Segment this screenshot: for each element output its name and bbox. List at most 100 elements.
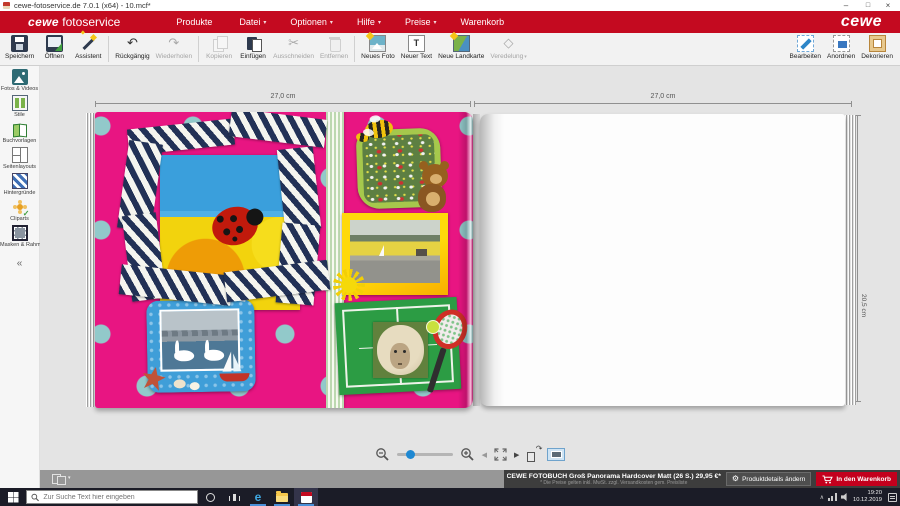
- sidebar-item-label: Fotos & Videos: [0, 86, 39, 92]
- paste-button[interactable]: Einfügen: [236, 35, 270, 60]
- toolbar-label: Assistent: [74, 53, 102, 60]
- close-button[interactable]: ×: [878, 0, 898, 11]
- sidebar-item-label: Hintergründe: [0, 190, 39, 196]
- sidebar-item-buchvorlagen[interactable]: Buchvorlagen: [0, 121, 39, 144]
- menu-items: Produkte Datei▾ Optionen▾ Hilfe▾ Preise▾…: [176, 17, 507, 27]
- cewe-brand-logo: cewe: [841, 13, 882, 31]
- menu-datei[interactable]: Datei▾: [239, 17, 266, 27]
- task-view-button[interactable]: [222, 488, 246, 506]
- caret-down-icon: ▾: [263, 19, 266, 26]
- windows-logo-icon: [8, 492, 18, 502]
- sidebar-item-cliparts[interactable]: Cliparts: [0, 199, 39, 222]
- book-templates-icon: [12, 121, 28, 137]
- backgrounds-icon: [12, 173, 28, 189]
- product-bar: ▾ CEWE FOTOBUCH Groß Panorama Hardcover …: [40, 470, 900, 488]
- sidebar-collapse-button[interactable]: «: [0, 258, 39, 269]
- sidebar-item-masken-rahmen[interactable]: Masken & Rahmen: [0, 225, 39, 248]
- taskbar-search[interactable]: [26, 490, 198, 504]
- zoom-in-button[interactable]: [460, 447, 475, 462]
- page-view-toggle-icon[interactable]: [52, 474, 65, 483]
- teddy-belly: [426, 192, 440, 206]
- new-photo-icon: [369, 35, 386, 52]
- cewe-app-button[interactable]: [294, 488, 318, 506]
- sidebar: Fotos & Videos Stile Buchvorlagen Seiten…: [0, 66, 40, 488]
- measure-label-height: 20,5 cm: [860, 294, 867, 317]
- product-title-price: CEWE FOTOBUCH Groß Panorama Hardcover Ma…: [507, 473, 721, 480]
- washi-tape-decor[interactable]: [277, 146, 321, 231]
- toolbar-label: Neues Foto: [361, 53, 395, 60]
- tennis-ball-clipart: [426, 320, 440, 334]
- view-mode-button-active[interactable]: [547, 448, 565, 461]
- edit-mode-button[interactable]: Bearbeiten: [787, 35, 824, 60]
- photobook-right-page[interactable]: [480, 114, 845, 406]
- assistant-button[interactable]: Assistent: [71, 35, 105, 60]
- system-tray: ∧ 19:20 10.12.2019: [820, 490, 900, 504]
- speaker-icon[interactable]: [841, 493, 849, 501]
- measure-label-right-page: 27,0 cm: [651, 93, 676, 100]
- magic-wand-icon: [80, 35, 97, 52]
- notification-center-icon[interactable]: [888, 493, 897, 502]
- menu-hilfe[interactable]: Hilfe▾: [357, 17, 381, 27]
- new-photo-button[interactable]: Neues Foto: [358, 35, 398, 60]
- caret-down-icon: ▾: [378, 19, 381, 26]
- new-map-button[interactable]: Neue Landkarte: [435, 35, 487, 60]
- logo-bold: cewe: [28, 15, 59, 29]
- minimize-button[interactable]: –: [836, 0, 856, 11]
- zoom-out-button[interactable]: [375, 447, 390, 462]
- book-spine-shadow: [473, 114, 480, 406]
- copy-button: Kopieren: [202, 35, 236, 60]
- sidebar-item-stile[interactable]: Stile: [0, 95, 39, 118]
- menu-preise[interactable]: Preise▾: [405, 17, 437, 27]
- menu-optionen[interactable]: Optionen▾: [290, 17, 333, 27]
- menu-label: Warenkorb: [461, 17, 505, 27]
- sun-decor: [333, 269, 365, 301]
- zoom-slider-thumb[interactable]: [406, 450, 415, 459]
- arrange-mode-button[interactable]: Anordnen: [824, 35, 858, 60]
- menu-produkte[interactable]: Produkte: [176, 17, 215, 27]
- decorate-mode-button[interactable]: Dekorieren: [858, 35, 896, 60]
- search-input[interactable]: [43, 494, 193, 501]
- washi-tape-decor[interactable]: [229, 112, 328, 148]
- maximize-button[interactable]: □: [858, 0, 878, 11]
- shell-decor: [190, 382, 200, 390]
- add-to-cart-button[interactable]: In den Warenkorb: [816, 472, 897, 486]
- sort-pages-button[interactable]: ↷: [526, 448, 540, 462]
- menu-label: Preise: [405, 17, 431, 27]
- menu-bar: cewe fotoservice Produkte Datei▾ Optione…: [0, 11, 900, 33]
- measure-line-right: [474, 103, 852, 108]
- toolbar: Speichern Öffnen Assistent ↶Rückgängig ↷…: [0, 33, 900, 66]
- tray-expand-icon[interactable]: ∧: [820, 494, 824, 501]
- sidebar-item-seitenlayouts[interactable]: Seitenlayouts: [0, 147, 39, 170]
- edge-taskbar-button[interactable]: e: [246, 488, 270, 506]
- file-explorer-button[interactable]: [270, 488, 294, 506]
- cut-button: ✂Ausschneiden: [270, 35, 317, 60]
- tray-date: 10.12.2019: [853, 497, 882, 504]
- next-page-button[interactable]: ▶: [514, 451, 519, 459]
- save-button[interactable]: Speichern: [2, 35, 37, 60]
- change-product-details-button[interactable]: ⚙Produktdetails ändern: [726, 472, 811, 486]
- search-icon: [31, 493, 39, 502]
- fit-view-button[interactable]: [494, 448, 507, 461]
- photos-videos-icon: [12, 69, 28, 85]
- teddy-bear-clipart[interactable]: [414, 164, 454, 214]
- toolbar-label: Dekorieren: [861, 53, 893, 60]
- photobook-left-page[interactable]: [95, 112, 473, 408]
- toolbar-separator: [108, 36, 109, 62]
- start-button[interactable]: [0, 488, 26, 506]
- network-icon[interactable]: [828, 493, 837, 501]
- undo-button[interactable]: ↶Rückgängig: [112, 35, 152, 60]
- clock[interactable]: 19:20 10.12.2019: [853, 490, 882, 504]
- paste-icon: [245, 35, 262, 52]
- zoom-slider[interactable]: [397, 453, 453, 456]
- sidebar-item-label: Cliparts: [0, 216, 39, 222]
- open-button[interactable]: Öffnen: [37, 35, 71, 60]
- cortana-button[interactable]: [198, 488, 222, 506]
- sidebar-item-hintergruende[interactable]: Hintergründe: [0, 173, 39, 196]
- photo-swans-framed[interactable]: [146, 299, 256, 393]
- toolbar-label: Wiederholen: [156, 53, 193, 60]
- previous-page-button[interactable]: ◀: [482, 451, 487, 459]
- cortana-icon: [206, 493, 215, 502]
- menu-warenkorb[interactable]: Warenkorb: [461, 17, 508, 27]
- sidebar-item-fotos-videos[interactable]: Fotos & Videos: [0, 69, 39, 92]
- new-text-button[interactable]: Neuer Text: [398, 35, 435, 60]
